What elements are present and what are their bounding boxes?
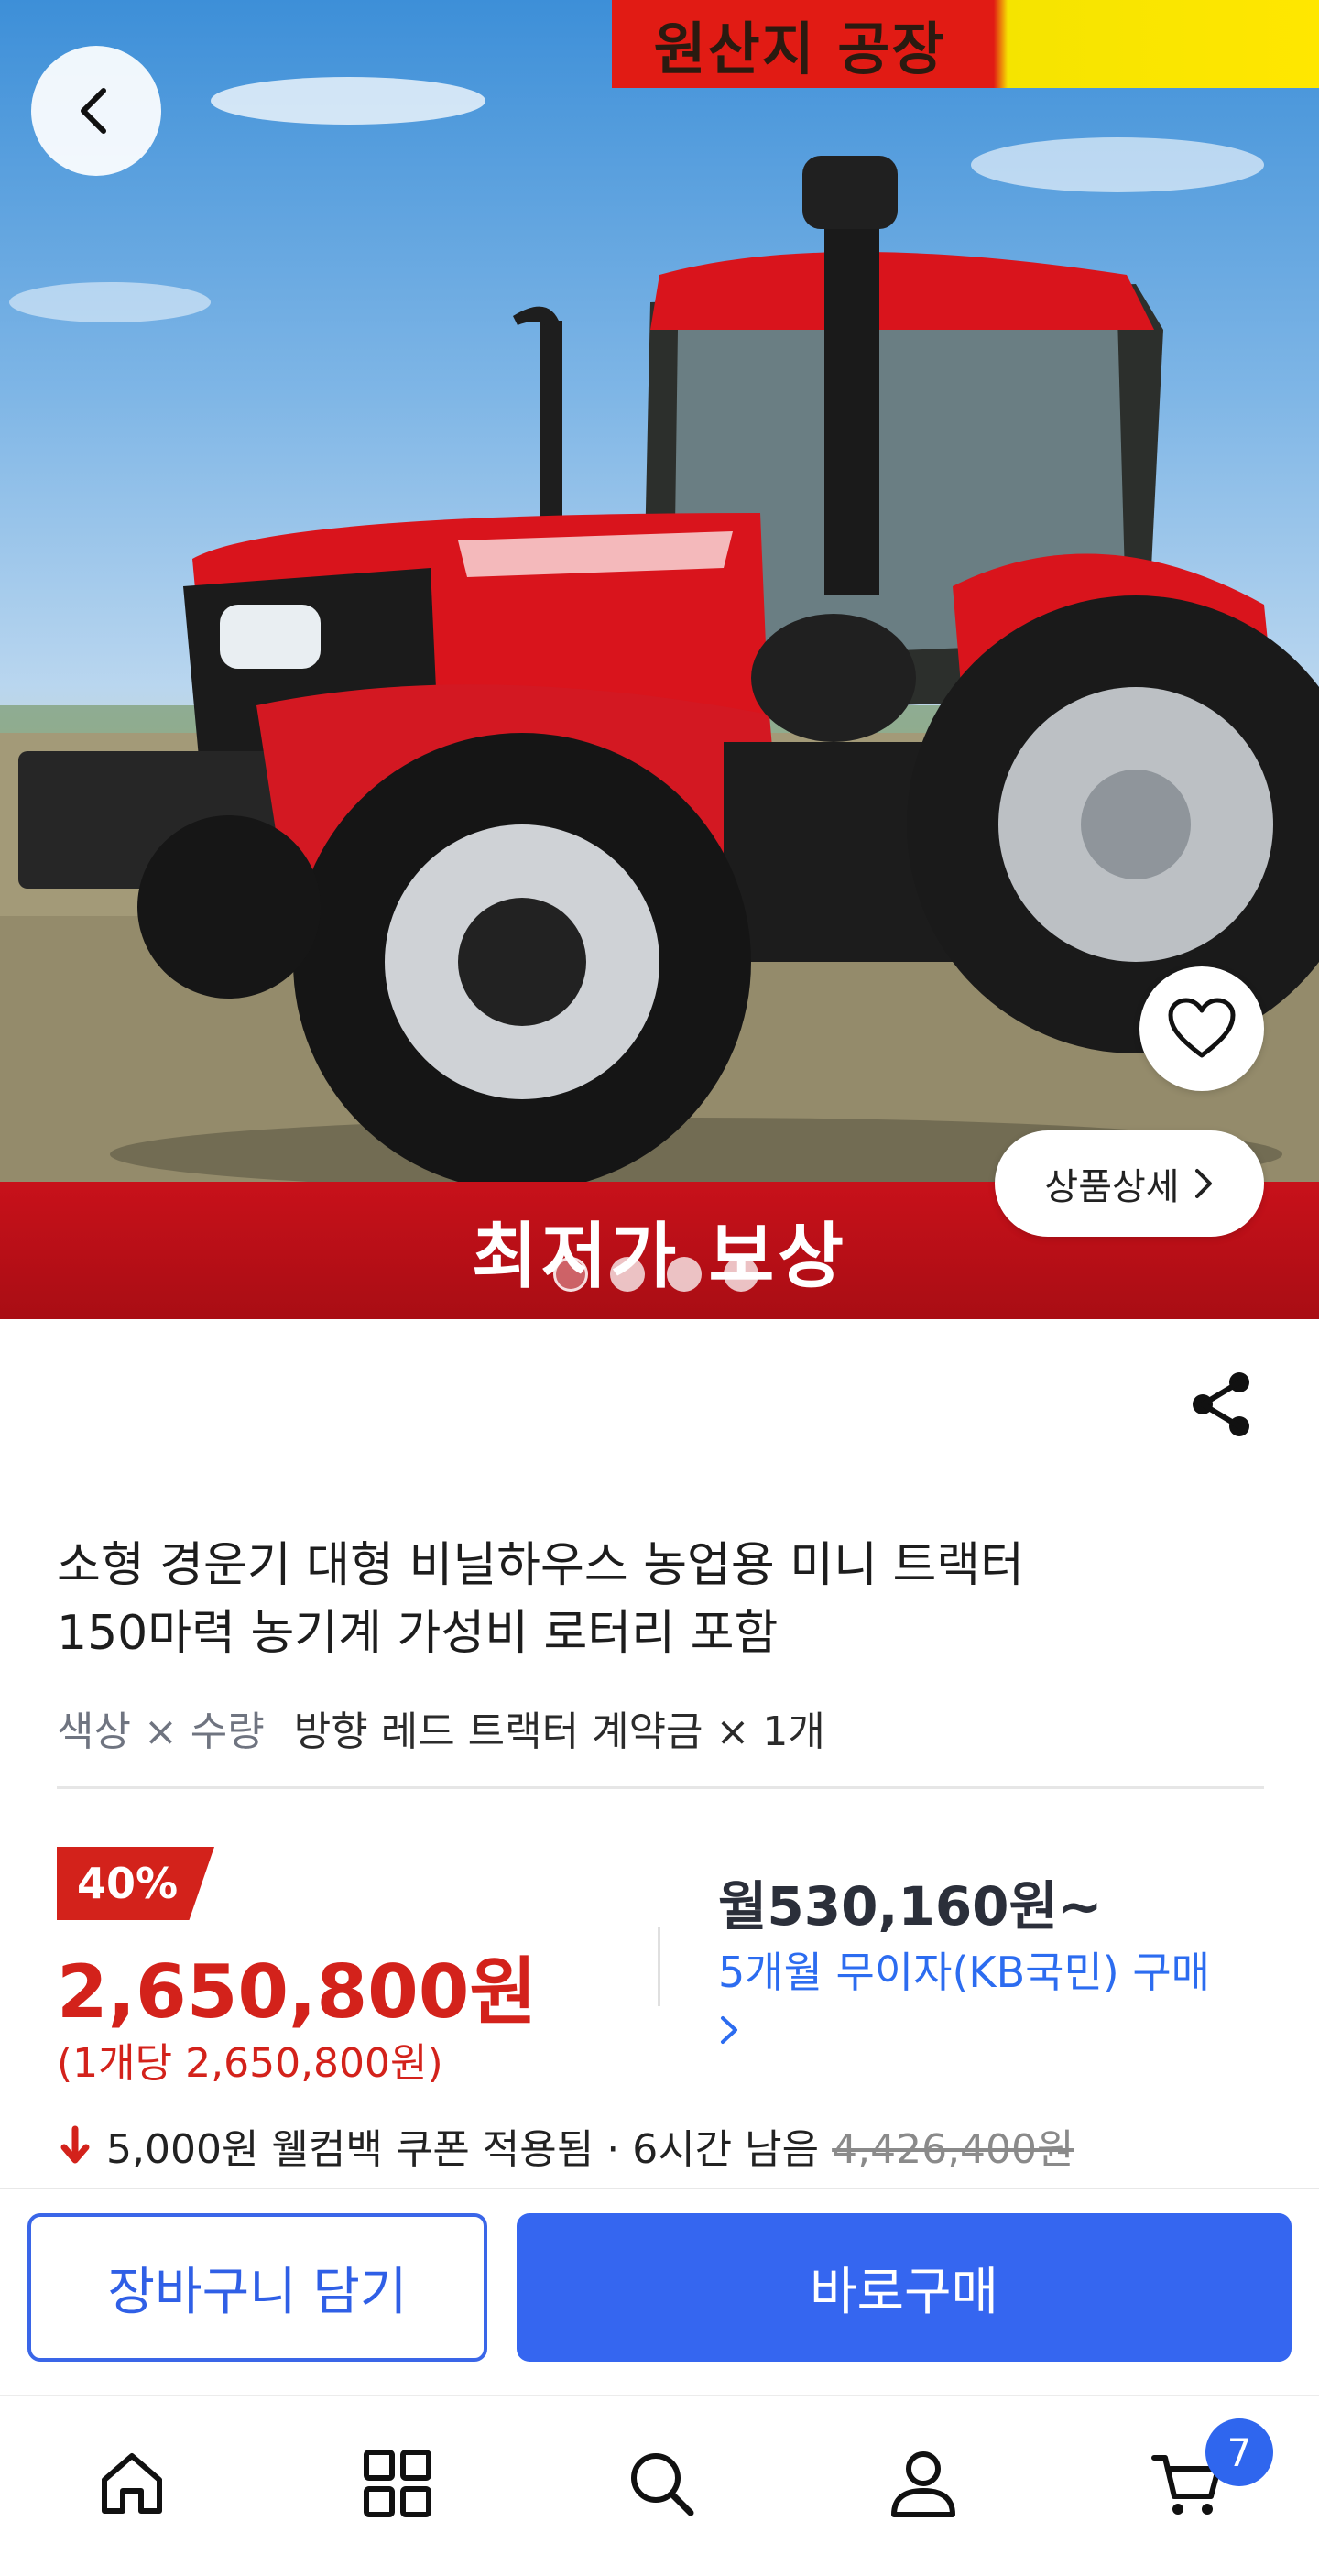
chevron-right-icon [1194, 1169, 1212, 1198]
top-banner-text: 원산지 공장 [653, 16, 946, 82]
nav-search[interactable] [616, 2433, 707, 2534]
unit-price: (1개당 2,650,800원) [57, 2040, 443, 2087]
add-to-cart-button[interactable]: 장바구니 담기 [27, 2213, 487, 2362]
share-button[interactable] [1182, 1365, 1260, 1444]
option-label: 색상 × 수량 [57, 1708, 265, 1755]
carousel-dot[interactable] [553, 1257, 588, 1292]
coupon-info: 5,000원 웰컴백 쿠폰 적용됨 · 6시간 남음 4,426,400원 [57, 2116, 1074, 2175]
product-title-line: 150마력 농기계 가성비 로터리 포함 [57, 1606, 779, 1661]
favorite-button[interactable] [1139, 966, 1264, 1091]
cart-count-badge: 7 [1205, 2418, 1273, 2486]
selected-option[interactable]: 색상 × 수량 방향 레드 트랙터 계약금 × 1개 [57, 1698, 825, 1757]
monthly-price: 월530,160원~ [718, 1875, 1103, 1937]
carousel-dot[interactable] [724, 1257, 758, 1292]
tractor-photo [0, 77, 1319, 1191]
carousel-dot[interactable] [610, 1257, 645, 1292]
chevron-right-icon [721, 2016, 737, 2044]
product-title-line: 소형 경운기 대형 비닐하우스 농업용 미니 트랙터 [57, 1538, 1024, 1593]
share-icon [1193, 1372, 1249, 1436]
buy-now-button[interactable]: 바로구매 [517, 2213, 1292, 2362]
sale-price: 2,650,800원 [57, 1949, 538, 2035]
vertical-divider [658, 1927, 660, 2006]
nav-my-page[interactable] [878, 2433, 969, 2534]
chevron-left-icon [81, 88, 106, 134]
coupon-text: 5,000원 웰컴백 쿠폰 적용됨 · 6시간 남음 [106, 2126, 820, 2173]
discount-badge: 40% [57, 1847, 214, 1920]
carousel-dot[interactable] [667, 1257, 702, 1292]
search-icon [631, 2453, 694, 2516]
user-icon [891, 2451, 955, 2517]
installment-link[interactable]: 5개월 무이자(KB국민) 구매 [718, 1944, 1268, 2061]
option-value: 방향 레드 트랙터 계약금 × 1개 [293, 1708, 825, 1755]
installment-label: 5개월 무이자(KB국민) 구매 [718, 1948, 1211, 1997]
divider [57, 1786, 1264, 1789]
product-title: 소형 경운기 대형 비닐하우스 농업용 미니 트랙터 150마력 농기계 가성비… [57, 1532, 1211, 1667]
carousel-indicator [553, 1257, 758, 1292]
product-detail-label: 상품상세 [1044, 1166, 1180, 1208]
category-grid-icon [364, 2450, 431, 2517]
home-icon [102, 2453, 162, 2514]
product-image-carousel[interactable]: 원산지 공장 최저가 보상 상품상세 [0, 0, 1319, 1319]
nav-home[interactable] [86, 2433, 178, 2534]
arrow-down-icon [60, 2125, 90, 2164]
product-detail-button[interactable]: 상품상세 [995, 1130, 1264, 1237]
nav-category[interactable] [352, 2433, 443, 2534]
back-button[interactable] [31, 46, 161, 176]
original-price: 4,426,400원 [832, 2126, 1074, 2173]
heart-icon [1168, 998, 1236, 1058]
